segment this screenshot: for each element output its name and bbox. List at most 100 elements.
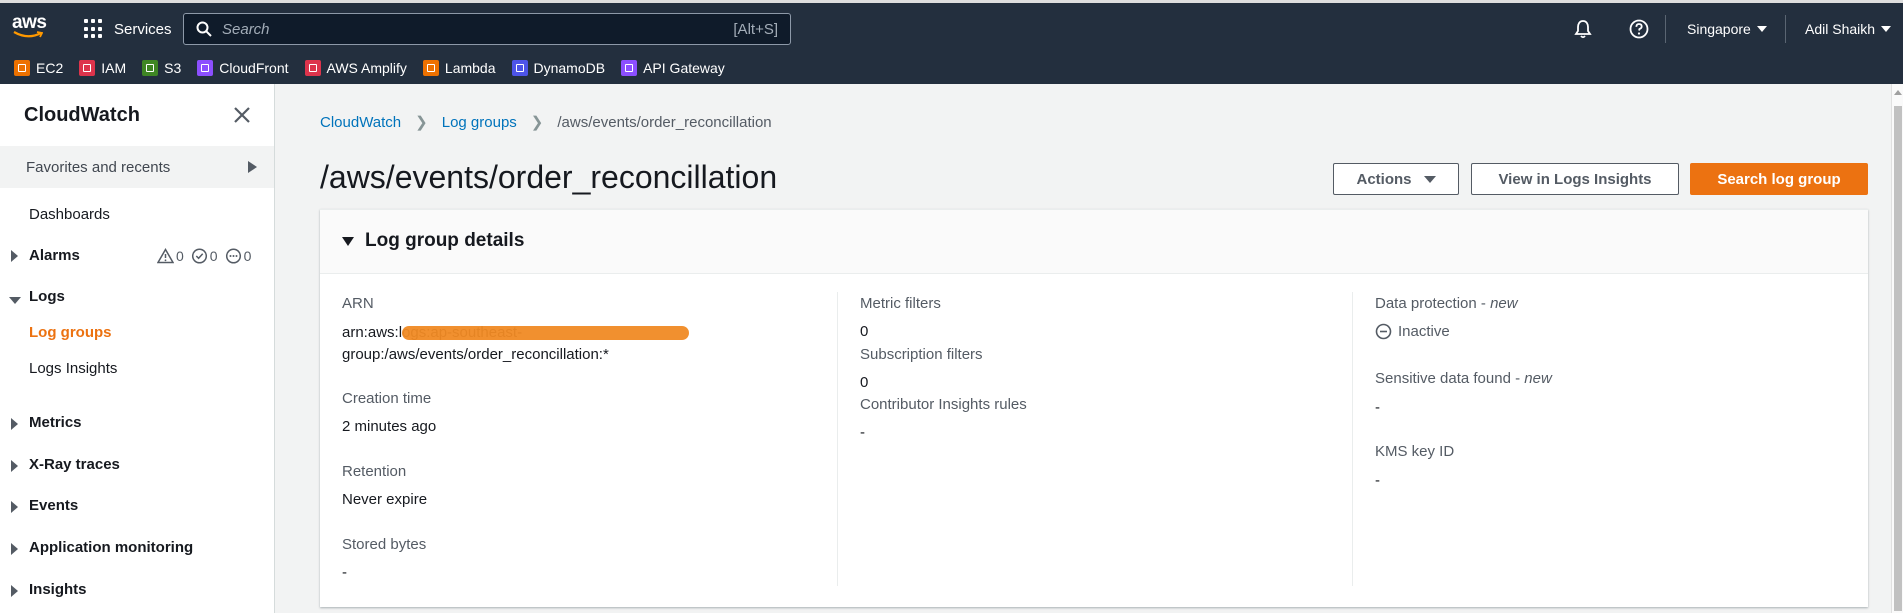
- aws-smile-icon: [13, 31, 43, 38]
- search-bar[interactable]: [Alt+S]: [183, 13, 791, 45]
- sensitive-data-label: Sensitive data found - new: [1375, 370, 1552, 387]
- grid-icon: [84, 19, 104, 39]
- services-label: Services: [114, 20, 172, 38]
- insufficient-count: 0: [243, 248, 252, 264]
- favorite-label: EC2: [36, 60, 64, 76]
- sidebar-item-metrics[interactable]: Metrics: [29, 414, 82, 431]
- services-menu-button[interactable]: Services: [84, 16, 172, 42]
- actions-label: Actions: [1356, 170, 1412, 188]
- region-label: Singapore: [1687, 21, 1751, 37]
- close-icon[interactable]: [233, 106, 251, 124]
- data-protection-value: Inactive: [1398, 323, 1450, 340]
- help-button[interactable]: [1629, 15, 1649, 43]
- kms-key-id-value: -: [1375, 472, 1380, 489]
- panel-title: Log group details: [365, 230, 525, 251]
- caret-down-icon[interactable]: [9, 297, 21, 304]
- caret-right-icon[interactable]: [11, 250, 18, 262]
- arn-value-line2: group:/aws/events/order_reconcillation:*: [342, 346, 609, 363]
- service-icon: [142, 60, 159, 76]
- service-icon: [304, 60, 321, 76]
- breadcrumb: CloudWatch ❯ Log groups ❯ /aws/events/or…: [320, 113, 772, 132]
- log-group-details-panel: Log group details ARN arn:aws:logs:ap-so…: [320, 209, 1868, 607]
- caret-right-icon[interactable]: [11, 585, 18, 597]
- chevron-right-icon: ❯: [415, 114, 428, 131]
- caret-right-icon[interactable]: [11, 543, 18, 555]
- warning-icon: [157, 248, 174, 264]
- sidebar-item-favorites[interactable]: Favorites and recents: [0, 146, 274, 188]
- view-in-logs-insights-button[interactable]: View in Logs Insights: [1471, 163, 1679, 195]
- favorite-aws-amplify[interactable]: AWS Amplify: [304, 60, 407, 76]
- sidebar-item-alarms[interactable]: Alarms: [29, 247, 80, 264]
- breadcrumb-current: /aws/events/order_reconcillation: [557, 113, 772, 131]
- account-menu[interactable]: Adil Shaikh: [1805, 15, 1892, 43]
- chevron-right-icon: ❯: [530, 114, 544, 131]
- alarm-ok[interactable]: 0: [191, 248, 218, 264]
- service-icon: [14, 60, 30, 76]
- sidebar-item-dashboards[interactable]: Dashboards: [29, 206, 110, 223]
- alarm-in-alarm[interactable]: 0: [157, 248, 184, 264]
- scrollbar-thumb[interactable]: [1894, 106, 1902, 611]
- sidebar-item-events[interactable]: Events: [29, 497, 78, 514]
- alarm-status-counts: 0 0 0: [157, 248, 258, 264]
- inactive-status-icon: [1375, 323, 1392, 340]
- favorite-cloudfront[interactable]: CloudFront: [197, 60, 289, 76]
- top-navigation: aws Services [Alt+S] Singap: [0, 0, 1903, 52]
- notifications-button[interactable]: [1573, 15, 1593, 43]
- caret-right-icon[interactable]: [11, 501, 18, 513]
- data-protection-label: Data protection - new: [1375, 295, 1518, 312]
- creation-time-label: Creation time: [342, 390, 432, 407]
- nav-divider: [1785, 15, 1786, 43]
- sidebar-item-insights[interactable]: Insights: [29, 581, 87, 598]
- favorite-s3[interactable]: S3: [142, 60, 181, 76]
- search-log-group-button[interactable]: Search log group: [1690, 163, 1868, 195]
- favorite-label: AWS Amplify: [326, 60, 407, 76]
- service-icon: [621, 60, 638, 76]
- region-selector[interactable]: Singapore: [1687, 15, 1767, 43]
- caret-down-icon: [1423, 175, 1436, 183]
- caret-right-icon[interactable]: [11, 418, 18, 430]
- favorite-ec2[interactable]: EC2: [14, 60, 63, 76]
- sidebar-title: CloudWatch: [24, 104, 140, 126]
- favorite-iam[interactable]: IAM: [79, 60, 126, 76]
- search-input[interactable]: [222, 20, 734, 38]
- page-scrollbar[interactable]: [1891, 84, 1903, 613]
- subscription-filters-label: Subscription filters: [860, 346, 983, 363]
- stored-bytes-value: -: [342, 564, 347, 581]
- new-tag: new: [1490, 295, 1518, 312]
- metric-filters-value: 0: [860, 323, 869, 340]
- search-shortcut-hint: [Alt+S]: [733, 20, 778, 38]
- favorite-dynamodb[interactable]: DynamoDB: [511, 60, 606, 76]
- sidebar-item-logs[interactable]: Logs: [29, 288, 65, 305]
- service-icon: [422, 60, 439, 76]
- favorites-label: Favorites and recents: [26, 158, 171, 176]
- sidebar-item-log-groups[interactable]: Log groups: [29, 324, 112, 341]
- breadcrumb-log-groups[interactable]: Log groups: [442, 114, 517, 131]
- arn-label: ARN: [342, 295, 374, 312]
- alarm-insufficient[interactable]: 0: [225, 248, 252, 264]
- sidebar: CloudWatch Favorites and recents Dashboa…: [0, 84, 275, 613]
- favorite-label: DynamoDB: [533, 60, 606, 76]
- ellipsis-circle-icon: [225, 248, 241, 264]
- favorite-lambda[interactable]: Lambda: [422, 60, 496, 76]
- alarm-count: 0: [176, 248, 184, 264]
- scroll-up-icon[interactable]: [1894, 90, 1902, 95]
- column-divider: [1352, 292, 1353, 586]
- breadcrumb-cloudwatch[interactable]: CloudWatch: [320, 114, 401, 131]
- actions-button[interactable]: Actions: [1333, 163, 1459, 195]
- panel-header[interactable]: Log group details: [320, 210, 1868, 274]
- retention-label: Retention: [342, 463, 407, 480]
- caret-down-icon: [1756, 26, 1767, 32]
- caret-right-icon[interactable]: [11, 460, 18, 472]
- favorite-api-gateway[interactable]: API Gateway: [621, 60, 725, 76]
- data-protection-label-text: Data protection -: [1375, 295, 1491, 312]
- contributor-insights-value: -: [860, 424, 865, 441]
- aws-logo[interactable]: aws: [12, 12, 52, 42]
- sidebar-item-xray[interactable]: X-Ray traces: [29, 456, 120, 473]
- service-icon: [511, 60, 528, 76]
- sidebar-item-logs-insights[interactable]: Logs Insights: [29, 360, 117, 377]
- column-divider: [837, 292, 838, 586]
- favorites-bar: EC2 IAM S3 CloudFront AWS Amplify Lambda Dynam…: [0, 52, 1903, 84]
- nav-divider: [1665, 15, 1666, 43]
- sidebar-item-application-monitoring[interactable]: Application monitoring: [29, 539, 193, 556]
- ok-count: 0: [209, 248, 218, 264]
